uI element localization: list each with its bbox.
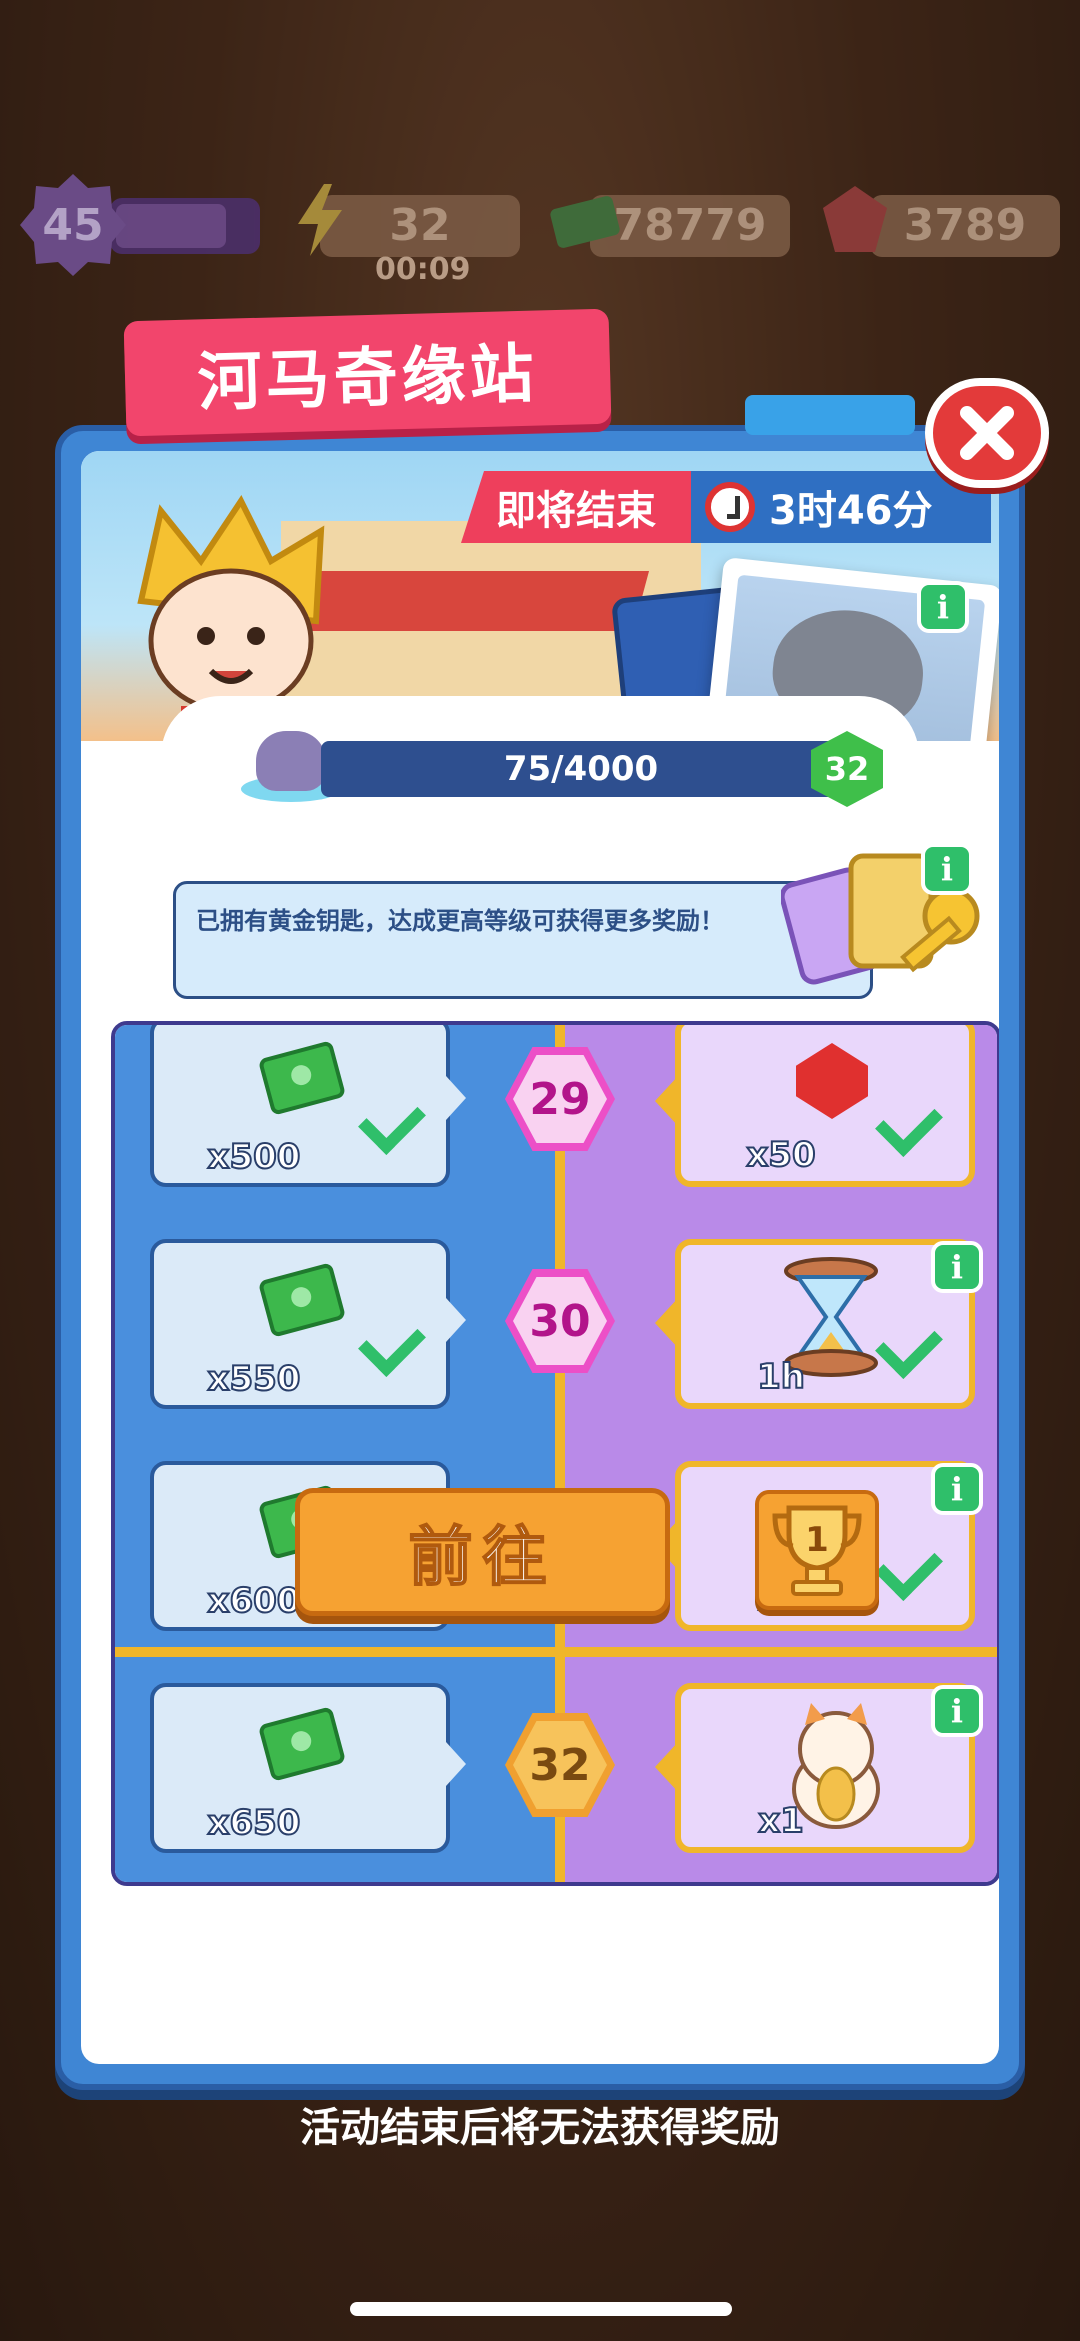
level-marker: 29 (505, 1047, 615, 1151)
points-progress-bar: 75/4000 (321, 741, 841, 797)
home-indicator[interactable] (350, 2302, 732, 2316)
claimed-check-icon (358, 1309, 426, 1377)
reward-info-button[interactable]: i (931, 1685, 983, 1737)
energy-bolt-icon (298, 184, 342, 256)
reward-row: x550 30 1h i (115, 1239, 997, 1419)
level-number: 30 (513, 1277, 607, 1365)
free-reward-qty: x550 (207, 1358, 302, 1400)
player-level: 45 (42, 200, 104, 251)
hippo-card-info-button[interactable]: i (917, 581, 969, 633)
go-button[interactable]: 前往 (295, 1488, 670, 1616)
hippo-mascot-icon (256, 731, 326, 791)
progress-section: 75/4000 32 (81, 696, 999, 831)
reward-track[interactable]: x500 29 x50 x550 30 1h i x600 i x650 32 … (111, 1021, 999, 1886)
premium-reward-card[interactable]: x50 (655, 1025, 975, 1187)
event-panel: 即将结束 3时46分 i 75/4000 32 已拥有黄金钥匙，达成更高等级可获… (55, 425, 1025, 2090)
premium-reward-card[interactable]: x1 i (655, 1683, 983, 1853)
reward-info-button[interactable]: i (931, 1463, 983, 1515)
level-marker-current: 32 (505, 1713, 615, 1817)
premium-reward-qty: x50 (745, 1134, 816, 1176)
panel-tab (745, 395, 915, 435)
leaderboard-rank: 1 (805, 1520, 829, 1560)
event-panel-inner: 即将结束 3时46分 i 75/4000 32 已拥有黄金钥匙，达成更高等级可获… (81, 451, 999, 2064)
claimed-check-icon (358, 1087, 426, 1155)
level-number: 32 (513, 1721, 607, 1809)
gem-counter[interactable]: 3789 (870, 195, 1060, 257)
free-reward-card[interactable]: x650 (150, 1683, 466, 1853)
reward-row: x500 29 x50 (115, 1025, 997, 1197)
current-level-line (115, 1647, 997, 1657)
premium-reward-qty: 1h (756, 1356, 806, 1398)
gem-icon (796, 1043, 868, 1119)
xp-bar (110, 198, 260, 254)
time-left-tag: 3时46分 (691, 471, 991, 543)
claimed-check-icon (875, 1089, 943, 1157)
cash-stack-icon (550, 196, 620, 248)
close-button[interactable] (925, 378, 1049, 488)
close-icon (960, 406, 1014, 460)
leaderboard-button[interactable]: 1 (755, 1490, 879, 1610)
event-title: 河马奇缘站 (196, 337, 539, 420)
event-end-note: 活动结束后将无法获得奖励 (300, 2105, 780, 2151)
free-reward-card[interactable]: x550 (150, 1239, 466, 1409)
ruby-gem-icon (823, 186, 887, 252)
energy-timer: 00:09 (375, 252, 471, 287)
level-marker: 30 (505, 1269, 615, 1373)
reward-info-button[interactable]: i (931, 1241, 983, 1293)
ending-soon-tag: 即将结束 (461, 471, 691, 543)
level-number: 29 (513, 1055, 607, 1143)
free-reward-qty: x650 (207, 1802, 302, 1844)
free-reward-qty: x500 (207, 1136, 302, 1178)
reward-row: x650 32 x1 i (115, 1683, 997, 1863)
go-button-label: 前往 (408, 1520, 557, 1596)
cash-stack-icon (257, 1262, 347, 1338)
top-hud: 45 32 00:09 78779 3789 (0, 170, 1080, 290)
claimed-check-icon (875, 1533, 943, 1601)
clock-icon (705, 482, 755, 532)
premium-reward-qty: x1 (757, 1800, 805, 1842)
points-progress-text: 75/4000 (503, 749, 659, 789)
ending-soon-label: 即将结束 (496, 488, 656, 534)
event-title-ribbon: 河马奇缘站 (123, 308, 612, 437)
time-left-value: 3时46分 (769, 488, 933, 534)
premium-reward-card[interactable]: 1h i (655, 1239, 983, 1409)
free-reward-card[interactable]: x500 (150, 1025, 466, 1187)
golden-key-message: 已拥有黄金钥匙，达成更高等级可获得更多奖励！ (196, 907, 724, 935)
cash-stack-icon (257, 1706, 347, 1782)
golden-key-info-button[interactable]: i (921, 843, 973, 895)
gem-value: 3789 (903, 200, 1027, 251)
golden-key-notice: 已拥有黄金钥匙，达成更高等级可获得更多奖励！ (173, 881, 873, 999)
cash-stack-icon (257, 1040, 347, 1116)
